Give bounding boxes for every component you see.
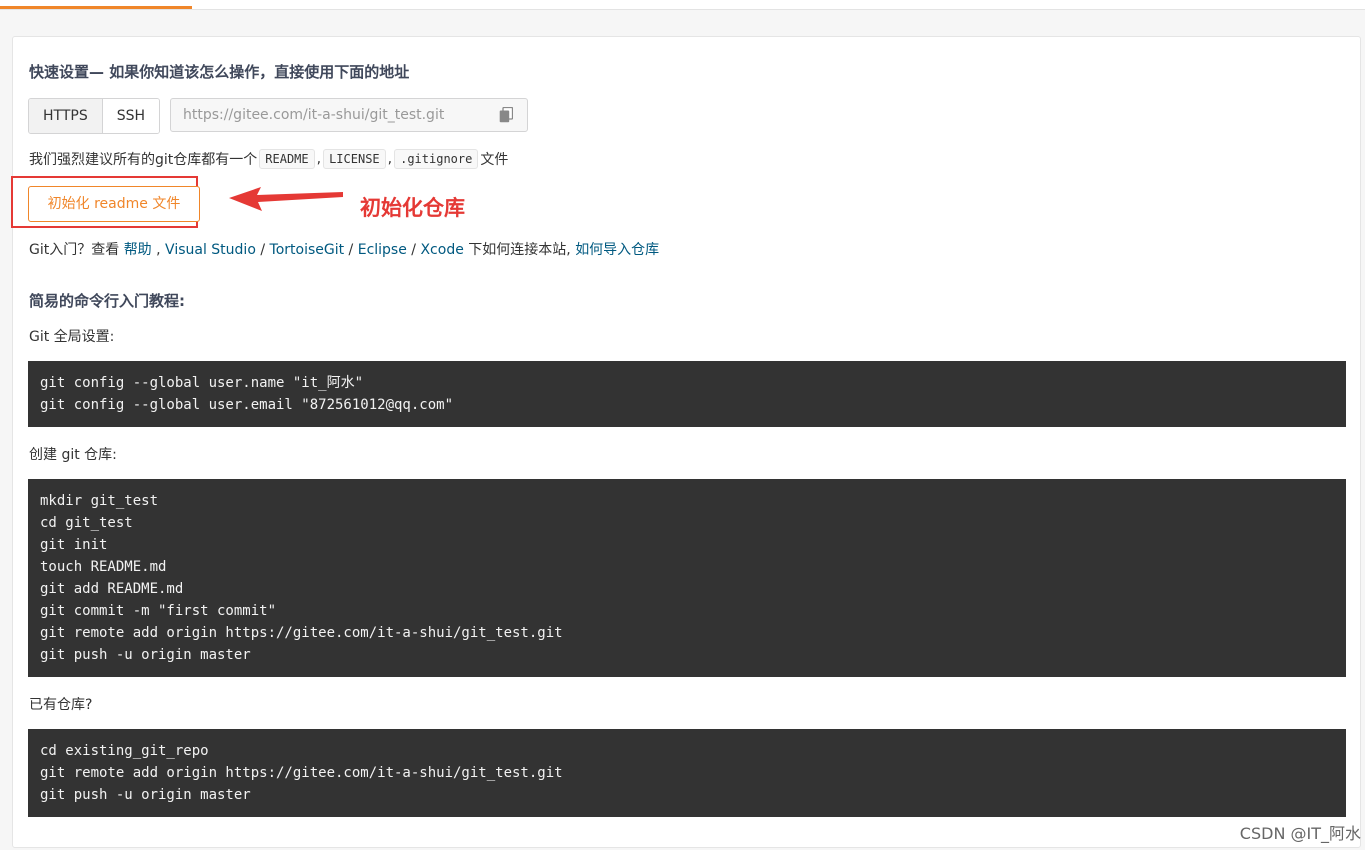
repo-url-text: https://gitee.com/it-a-shui/git_test.git — [183, 107, 445, 123]
existing-repo-label: 已有仓库? — [29, 697, 93, 713]
protocol-switch: HTTPS SSH — [28, 98, 161, 134]
repo-url-field[interactable]: https://gitee.com/it-a-shui/git_test.git — [170, 98, 528, 132]
visual-studio-link[interactable]: Visual Studio — [165, 242, 256, 258]
code-line: cd git_test — [40, 515, 133, 531]
tortoisegit-link[interactable]: TortoiseGit — [270, 242, 345, 258]
existing-repo-code: cd existing_git_repo git remote add orig… — [28, 729, 1346, 817]
ssh-button[interactable]: SSH — [101, 99, 160, 133]
license-chip: LICENSE — [323, 149, 386, 169]
active-tab-indicator — [0, 6, 192, 9]
code-line: git remote add origin https://gitee.com/… — [40, 765, 563, 781]
setup-panel: 快速设置— 如果你知道该怎么操作，直接使用下面的地址 HTTPS SSH htt… — [11, 36, 1361, 848]
xcode-link[interactable]: Xcode — [420, 242, 463, 258]
code-line: git commit -m "first commit" — [40, 603, 277, 619]
https-button[interactable]: HTTPS — [29, 99, 102, 133]
code-line: git config --global user.email "87256101… — [40, 397, 454, 413]
init-readme-button[interactable]: 初始化 readme 文件 — [28, 186, 200, 222]
separator: , — [316, 151, 322, 167]
help-prefix: Git入门？查看 — [29, 242, 120, 258]
code-line: git remote add origin https://gitee.com/… — [40, 625, 563, 641]
tutorial-title: 简易的命令行入门教程: — [29, 292, 185, 310]
gitignore-chip: .gitignore — [394, 149, 479, 169]
recommend-suffix: 文件 — [480, 152, 509, 168]
create-repo-code: mkdir git_test cd git_test git init touc… — [28, 479, 1346, 677]
code-line: git config --global user.name "it_阿水" — [40, 375, 364, 391]
help-link[interactable]: 帮助 — [124, 242, 152, 258]
readme-chip: README — [259, 149, 315, 169]
recommend-prefix: 我们强烈建议所有的git仓库都有一个 — [29, 152, 258, 168]
global-settings-label: Git 全局设置: — [29, 329, 115, 345]
annotation-text: 初始化仓库 — [360, 196, 465, 220]
copy-icon[interactable] — [499, 107, 513, 123]
annotation-arrow-icon — [229, 187, 343, 211]
eclipse-link[interactable]: Eclipse — [358, 242, 407, 258]
code-line: touch README.md — [40, 559, 167, 575]
quick-setup-title: 快速设置— 如果你知道该怎么操作，直接使用下面的地址 — [29, 63, 410, 81]
code-line: git push -u origin master — [40, 787, 251, 803]
top-tab-bar — [0, 0, 1365, 10]
code-line: git add README.md — [40, 581, 184, 597]
global-settings-code: git config --global user.name "it_阿水" gi… — [28, 361, 1346, 427]
create-repo-label: 创建 git 仓库: — [29, 447, 117, 463]
help-links: Git入门？查看 帮助 , Visual Studio / TortoiseGi… — [29, 242, 660, 258]
code-line: git init — [40, 537, 108, 553]
code-line: git push -u origin master — [40, 647, 251, 663]
import-repo-link[interactable]: 如何导入仓库 — [575, 242, 659, 258]
separator: , — [387, 151, 393, 167]
code-line: mkdir git_test — [40, 493, 159, 509]
code-line: cd existing_git_repo — [40, 743, 209, 759]
csdn-watermark: CSDN @IT_阿水 — [1239, 824, 1361, 843]
help-middle: 下如何连接本站, — [468, 242, 571, 258]
recommend-text: 我们强烈建议所有的git仓库都有一个 README , LICENSE , .g… — [29, 149, 508, 169]
